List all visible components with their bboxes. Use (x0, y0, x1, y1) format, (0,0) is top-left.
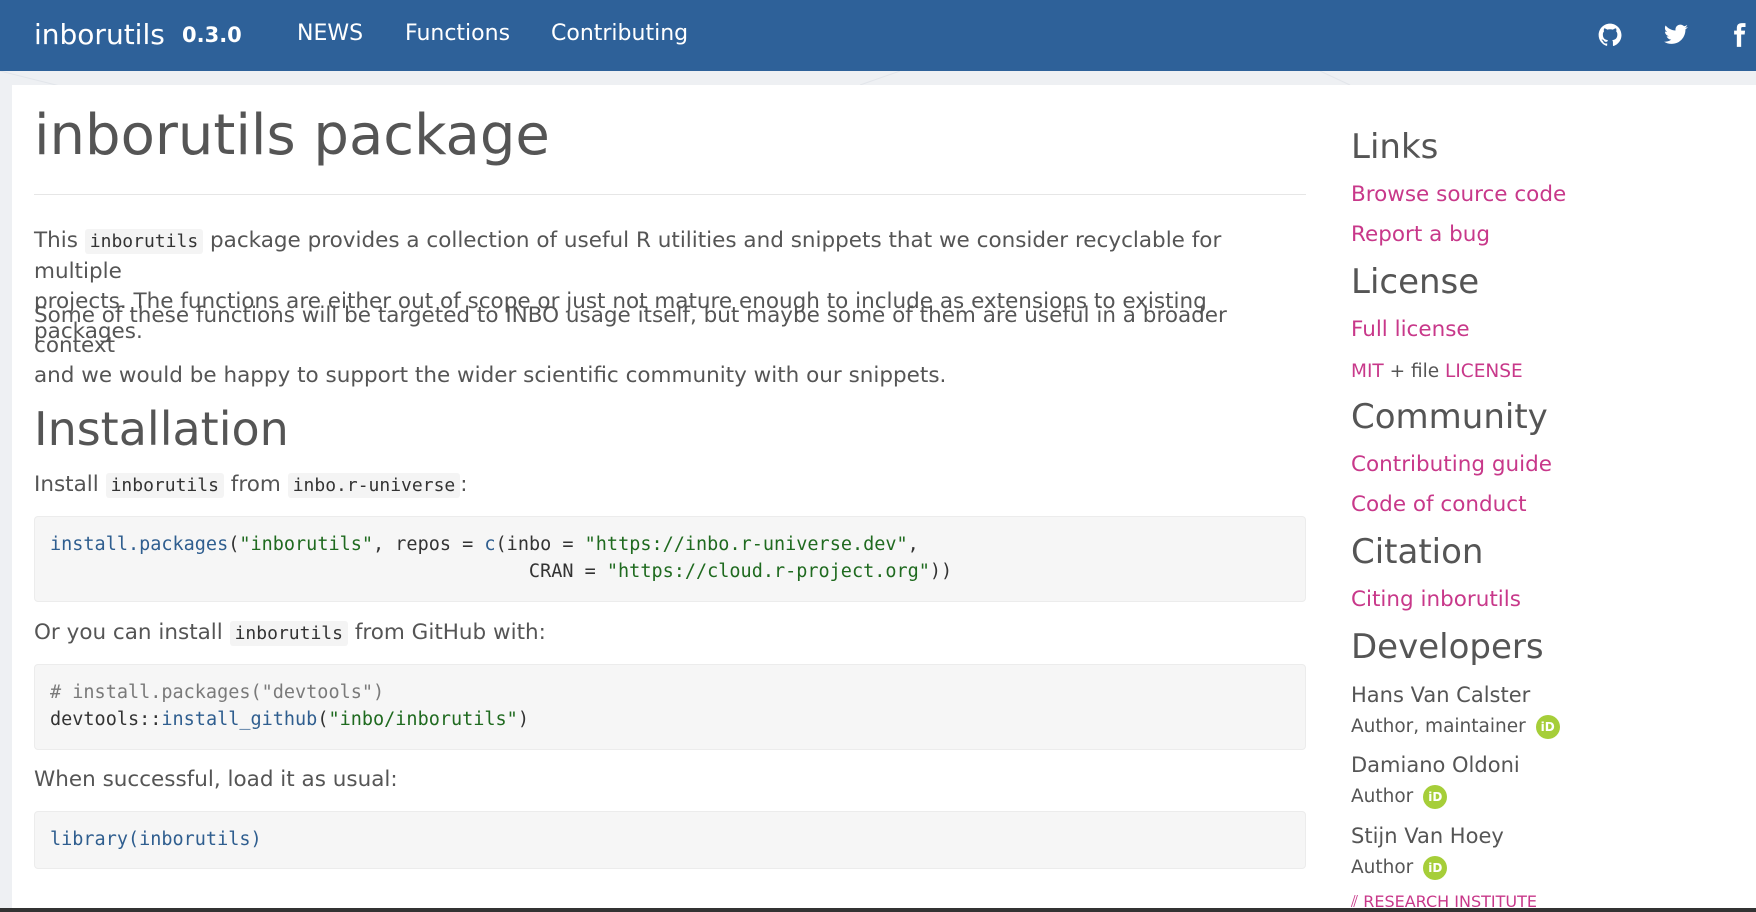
twitter-icon[interactable] (1663, 22, 1689, 48)
contributing-guide-link[interactable]: Contributing guide (1351, 452, 1552, 477)
sidebar-license-heading: License (1351, 262, 1480, 302)
report-bug-link[interactable]: Report a bug (1351, 222, 1490, 247)
load-instruction: When successful, load it as usual: (34, 767, 398, 792)
nav-news[interactable]: NEWS (297, 21, 363, 46)
sidebar-citation-heading: Citation (1351, 532, 1484, 572)
github-instruction: Or you can install inborutils from GitHu… (34, 620, 546, 646)
citing-link[interactable]: Citing inborutils (1351, 587, 1521, 612)
developer-role: Author iD (1351, 785, 1448, 809)
sidebar-community-heading: Community (1351, 397, 1548, 437)
version-badge: 0.3.0 (182, 23, 242, 47)
brand-link[interactable]: inborutils (34, 18, 165, 51)
title-divider (34, 194, 1306, 195)
facebook-icon[interactable] (1726, 22, 1752, 48)
inline-code: inborutils (84, 229, 204, 254)
code-block-github[interactable]: # install.packages("devtools") devtools:… (34, 664, 1306, 750)
inline-code: inbo.r-universe (287, 473, 461, 498)
license-summary: MIT + file LICENSE (1351, 361, 1523, 382)
intro-paragraph-2: Some of these functions will be targeted… (34, 303, 1227, 388)
github-icon[interactable] (1597, 22, 1623, 48)
page-title: inborutils package (34, 103, 550, 168)
orcid-icon[interactable]: iD (1535, 715, 1560, 739)
sidebar-developers-heading: Developers (1351, 627, 1544, 667)
orcid-icon[interactable]: iD (1423, 785, 1448, 809)
bottom-scrollbar-edge (0, 908, 1756, 912)
nav-contributing[interactable]: Contributing (551, 21, 688, 46)
nav-functions[interactable]: Functions (405, 21, 510, 46)
mit-license-link[interactable]: MIT (1351, 361, 1384, 382)
developer-name: Hans Van Calster (1351, 683, 1531, 707)
sidebar-links-heading: Links (1351, 127, 1439, 167)
orcid-icon[interactable]: iD (1423, 856, 1448, 880)
developer-role: Author, maintainer iD (1351, 715, 1560, 739)
top-navbar: inborutils 0.3.0 NEWS Functions Contribu… (0, 0, 1756, 71)
code-of-conduct-link[interactable]: Code of conduct (1351, 492, 1527, 517)
code-block-install[interactable]: install.packages("inborutils", repos = c… (34, 516, 1306, 602)
browse-source-link[interactable]: Browse source code (1351, 182, 1566, 207)
inline-code: inborutils (105, 473, 224, 498)
install-instruction: Install inborutils from inbo.r-universe: (34, 472, 468, 498)
developer-name: Stijn Van Hoey (1351, 824, 1504, 848)
full-license-link[interactable]: Full license (1351, 317, 1470, 342)
developer-role: Author iD (1351, 856, 1448, 880)
license-file-link[interactable]: LICENSE (1445, 361, 1523, 382)
inline-code: inborutils (229, 621, 348, 646)
code-block-library[interactable]: library(inborutils) (34, 811, 1306, 869)
developer-name: Damiano Oldoni (1351, 753, 1520, 777)
installation-heading: Installation (34, 402, 289, 456)
